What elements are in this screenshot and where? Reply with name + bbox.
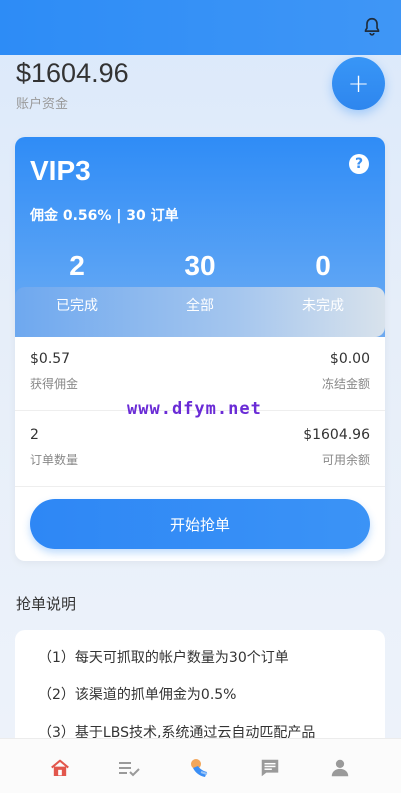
tab-orders[interactable] — [117, 756, 141, 780]
top-bar — [0, 0, 401, 55]
home-icon — [51, 759, 69, 777]
order-count-value: 2 — [30, 427, 39, 443]
user-icon — [331, 759, 349, 777]
message-icon — [261, 759, 279, 777]
account-balance: $1604.96 — [16, 58, 129, 88]
tab-messages[interactable] — [258, 756, 282, 780]
stat-total-label[interactable]: 全部 — [140, 295, 260, 315]
available-balance-label: 可用余额 — [321, 453, 370, 467]
bell-icon[interactable] — [361, 16, 383, 38]
tab-home[interactable] — [48, 756, 72, 780]
orders-row: 2 订单数量 $1604.96 可用余额 — [15, 411, 385, 487]
stat-pending-value: 0 — [315, 250, 331, 281]
add-button[interactable]: + — [332, 57, 385, 110]
stat-completed-label[interactable]: 已完成 — [17, 295, 137, 315]
tab-grab[interactable] — [187, 756, 211, 780]
earned-commission-label: 获得佣金 — [30, 377, 79, 391]
stat-pending-label[interactable]: 未完成 — [263, 295, 383, 315]
stat-total-value: 30 — [184, 250, 216, 281]
order-count-label: 订单数量 — [30, 453, 79, 467]
account-balance-label: 账户资金 — [16, 97, 69, 112]
bottom-tab-bar — [0, 738, 401, 793]
vip-header: VIP3 ? 佣金 0.56% | 30 订单 2 30 0 已完成 全部 未完… — [15, 137, 385, 337]
vip-level: VIP3 — [30, 155, 91, 186]
watermark: www.dfym.net — [127, 399, 262, 419]
vip-card: VIP3 ? 佣金 0.56% | 30 订单 2 30 0 已完成 全部 未完… — [15, 137, 385, 561]
instruction-item: （1）每天可抓取的帐户数量为30个订单 — [38, 650, 289, 666]
instruction-item: （2）该渠道的抓单佣金为0.5% — [38, 687, 237, 703]
frozen-amount-value: $0.00 — [329, 351, 370, 367]
frozen-amount-label: 冻结金额 — [321, 377, 370, 391]
commission-summary: 佣金 0.56% | 30 订单 — [30, 208, 179, 224]
start-grab-button[interactable]: 开始抢单 — [30, 499, 370, 549]
earned-commission-value: $0.57 — [30, 351, 71, 367]
tab-profile[interactable] — [328, 756, 352, 780]
available-balance-value: $1604.96 — [303, 427, 370, 443]
list-check-icon — [119, 762, 140, 777]
help-icon[interactable]: ? — [349, 154, 369, 174]
stat-completed-value: 2 — [69, 250, 85, 281]
instructions-title: 抢单说明 — [16, 595, 77, 613]
grab-order-icon — [191, 759, 208, 777]
